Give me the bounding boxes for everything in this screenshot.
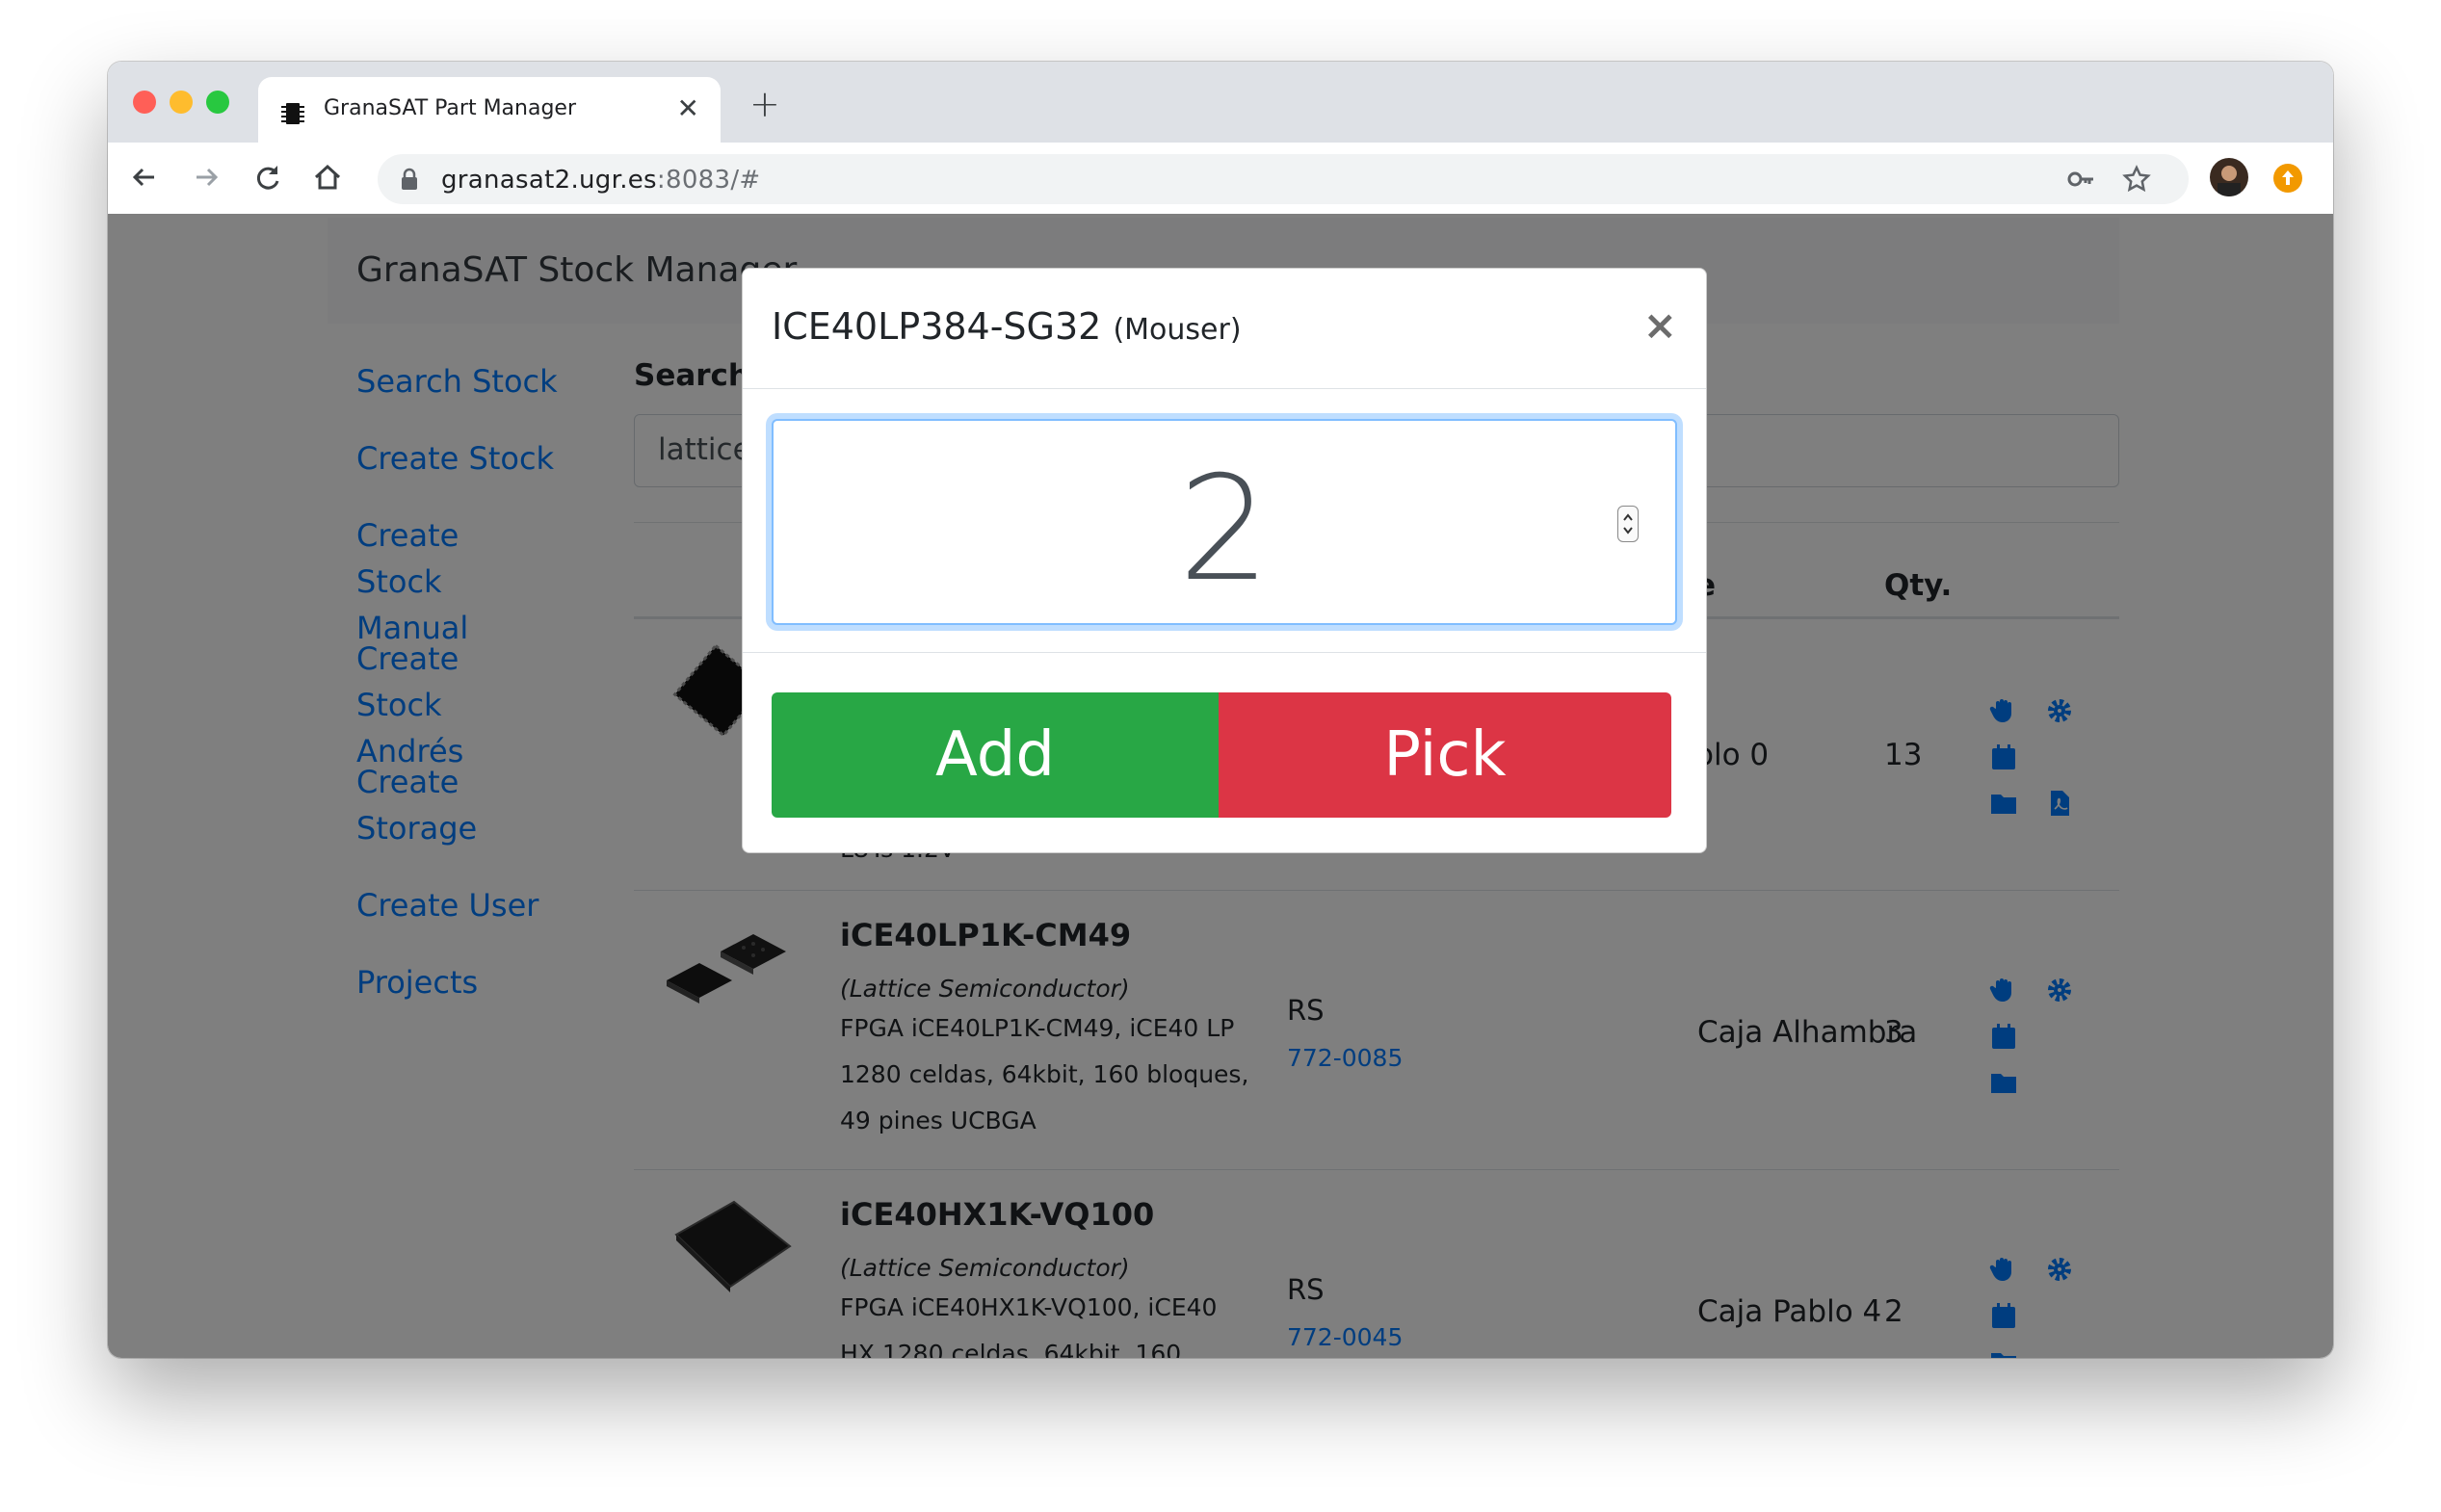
quantity-stepper[interactable] <box>1617 506 1639 542</box>
pick-button[interactable]: Pick <box>1219 692 1671 818</box>
extension-icon[interactable] <box>2273 164 2302 193</box>
close-window-button[interactable] <box>133 91 156 114</box>
browser-tab[interactable]: GranaSAT Part Manager ✕ <box>258 77 721 143</box>
browser-toolbar: granasat2.ugr.es:8083/# <box>108 143 2333 215</box>
key-icon[interactable] <box>2065 164 2096 195</box>
modal-divider <box>743 652 1706 653</box>
back-icon[interactable] <box>123 156 166 198</box>
address-bar[interactable]: granasat2.ugr.es:8083/# <box>378 154 2189 204</box>
tab-title: GranaSAT Part Manager <box>324 96 577 120</box>
close-icon[interactable]: × <box>1643 301 1677 349</box>
url-text[interactable]: granasat2.ugr.es:8083/# <box>441 166 761 195</box>
tab-close-icon[interactable]: ✕ <box>677 92 699 124</box>
modal-title: ICE40LP384-SG32 (Mouser) <box>772 305 1242 348</box>
add-button[interactable]: Add <box>772 692 1219 818</box>
lock-icon[interactable] <box>401 168 418 191</box>
modal-header: ICE40LP384-SG32 (Mouser) × <box>743 269 1706 389</box>
reload-icon[interactable] <box>247 156 289 198</box>
quantity-input[interactable]: 2 <box>772 419 1677 625</box>
star-icon[interactable] <box>2121 164 2152 195</box>
home-icon[interactable] <box>306 156 349 198</box>
new-tab-button[interactable]: + <box>749 83 780 125</box>
page-content: GranaSAT Stock Manager Search Stock Crea… <box>108 214 2333 1358</box>
minimize-window-button[interactable] <box>170 91 193 114</box>
profile-avatar[interactable] <box>2210 158 2248 196</box>
forward-icon[interactable] <box>185 156 227 198</box>
tab-strip: GranaSAT Part Manager ✕ + <box>108 62 2333 143</box>
chip-icon <box>281 103 304 124</box>
browser-window: GranaSAT Part Manager ✕ + granasat2.ugr.… <box>108 62 2333 1358</box>
maximize-window-button[interactable] <box>206 91 229 114</box>
quantity-modal: ICE40LP384-SG32 (Mouser) × 2 Add Pick <box>742 268 1707 853</box>
